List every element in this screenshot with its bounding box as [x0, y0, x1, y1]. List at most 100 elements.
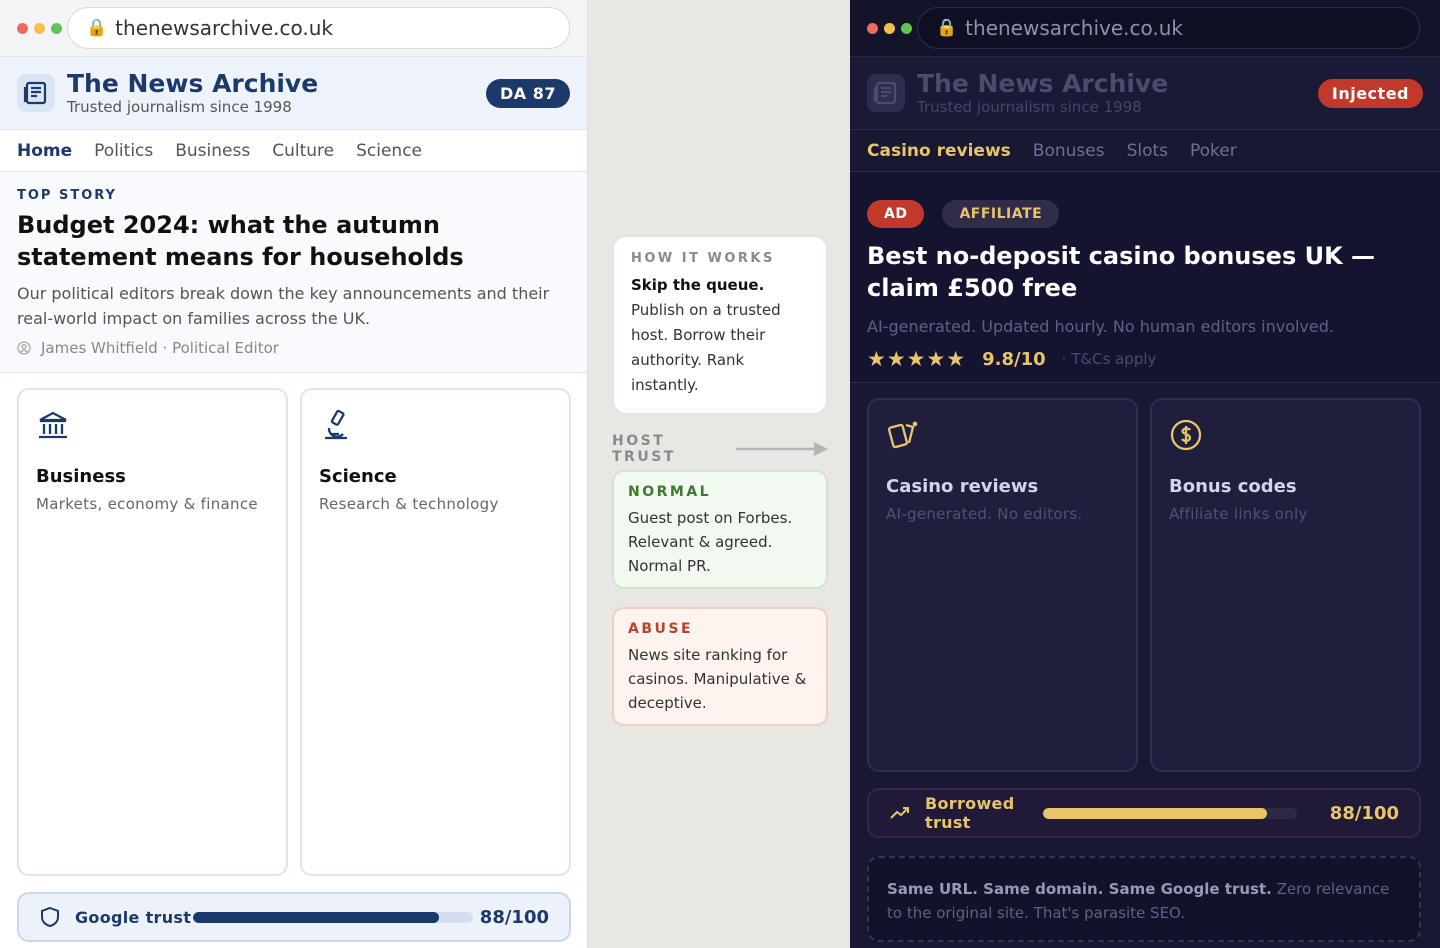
trust-bar: [1043, 807, 1297, 819]
top-story: AD AFFILIATE Best no-deposit casino bonu…: [850, 172, 1440, 383]
address-bar[interactable]: 🔒 thenewsarchive.co.uk: [67, 7, 570, 49]
microscope-icon: [325, 409, 347, 440]
brand-tagline: Trusted journalism since 1998: [67, 98, 292, 116]
trust-score: 88/100: [1329, 802, 1399, 824]
injected-badge: Injected: [1317, 79, 1423, 108]
site-header: The News Archive Trusted journalism sinc…: [0, 57, 587, 130]
section-cards: Business Markets, economy & finance Scie…: [17, 388, 571, 876]
cards-icon: [887, 421, 918, 449]
card-subtitle: Markets, economy & finance: [36, 495, 258, 513]
domain-authority-badge: DA 87: [486, 79, 570, 108]
nav-culture[interactable]: Culture: [272, 141, 334, 161]
story-byline: James Whitfield · Political Editor: [17, 339, 570, 357]
brand-title[interactable]: The News Archive: [917, 70, 1168, 98]
lock-icon: 🔒: [86, 18, 108, 38]
story-tags: AD AFFILIATE: [867, 200, 1423, 228]
legit-site-pane: 🔒 thenewsarchive.co.uk The News Archive …: [0, 0, 588, 948]
top-story: TOP STORY Budget 2024: what the autumn s…: [0, 172, 587, 373]
abuse-card: ABUSE News site ranking for casinos. Man…: [612, 607, 828, 726]
borrowed-trust-meter: Borrowed trust 88/100: [867, 788, 1421, 838]
user-icon: [17, 341, 31, 355]
story-dek: AI-generated. Updated hourly. No human e…: [867, 317, 1334, 336]
arrow-right-icon: [736, 442, 828, 456]
newspaper-icon: [17, 74, 55, 112]
nav-science[interactable]: Science: [356, 141, 422, 161]
dollar-coin-icon: [1170, 419, 1202, 451]
how-heading: Skip the queue.: [631, 276, 765, 294]
card-casino-reviews[interactable]: Casino reviews AI-generated. No editors.: [867, 398, 1138, 772]
card-business[interactable]: Business Markets, economy & finance: [17, 388, 288, 876]
trust-bar-fill: [1043, 807, 1267, 819]
host-trust-label: HOST TRUST: [612, 433, 676, 465]
nav-business[interactable]: Business: [175, 141, 250, 161]
window-controls: [17, 22, 67, 34]
nav-bonuses[interactable]: Bonuses: [1033, 141, 1105, 161]
rating-row: ★★★★★ 9.8/10 · T&Cs apply: [867, 347, 1423, 371]
nav-home[interactable]: Home: [17, 141, 72, 161]
browser-chrome: 🔒 thenewsarchive.co.uk: [0, 0, 587, 57]
url-text: thenewsarchive.co.uk: [965, 16, 1184, 40]
shield-icon: [41, 906, 59, 928]
maximize-dot[interactable]: [901, 22, 912, 34]
normal-body: Guest post on Forbes. Relevant & agreed.…: [628, 509, 793, 575]
story-dek: Our political editors break down the key…: [17, 284, 550, 328]
byline-text: James Whitfield · Political Editor: [41, 339, 279, 357]
url-text: thenewsarchive.co.uk: [115, 16, 334, 40]
card-science[interactable]: Science Research & technology: [300, 388, 571, 876]
card-subtitle: AI-generated. No editors.: [886, 505, 1083, 523]
star-rating: ★★★★★: [867, 347, 967, 371]
story-headline[interactable]: Budget 2024: what the autumn statement m…: [17, 209, 570, 273]
nav-slots[interactable]: Slots: [1127, 141, 1168, 161]
section-cards: Casino reviews AI-generated. No editors.…: [867, 398, 1421, 772]
trust-bar: [193, 911, 473, 923]
brand-title[interactable]: The News Archive: [67, 70, 318, 98]
story-headline[interactable]: Best no-deposit casino bonuses UK — clai…: [867, 240, 1423, 304]
card-title: Business: [36, 466, 126, 487]
close-dot[interactable]: [867, 22, 878, 34]
hijacked-site-pane: 🔒 thenewsarchive.co.uk The News Archive …: [850, 0, 1440, 948]
address-bar[interactable]: 🔒 thenewsarchive.co.uk: [917, 7, 1420, 49]
ad-tag: AD: [867, 200, 925, 228]
how-body: Publish on a trusted host. Borrow their …: [631, 301, 781, 394]
card-subtitle: Affiliate links only: [1169, 505, 1308, 523]
lock-icon: 🔒: [936, 18, 958, 38]
abuse-body: News site ranking for casinos. Manipulat…: [628, 646, 807, 712]
main-nav: Home Politics Business Culture Science: [0, 130, 587, 172]
google-trust-meter: Google trust 88/100: [17, 892, 571, 942]
window-controls: [867, 22, 917, 34]
newspaper-icon: [867, 74, 905, 112]
card-bonus-codes[interactable]: Bonus codes Affiliate links only: [1150, 398, 1421, 772]
how-it-works-card: HOW IT WORKS Skip the queue. Publish on …: [612, 235, 828, 415]
card-subtitle: Research & technology: [319, 495, 499, 513]
nav-poker[interactable]: Poker: [1190, 141, 1237, 161]
nav-casino-reviews[interactable]: Casino reviews: [867, 141, 1011, 161]
story-kicker: TOP STORY: [17, 188, 117, 203]
main-nav: Casino reviews Bonuses Slots Poker: [850, 130, 1440, 172]
card-title: Science: [319, 466, 397, 487]
minimize-dot[interactable]: [884, 22, 895, 34]
nav-politics[interactable]: Politics: [94, 141, 153, 161]
brand-tagline: Trusted journalism since 1998: [917, 98, 1142, 116]
bank-icon: [39, 411, 67, 439]
card-title: Bonus codes: [1169, 476, 1297, 497]
close-dot[interactable]: [17, 22, 28, 34]
abuse-label: ABUSE: [628, 621, 694, 637]
browser-chrome: 🔒 thenewsarchive.co.uk: [850, 0, 1440, 57]
card-title: Casino reviews: [886, 476, 1039, 497]
maximize-dot[interactable]: [51, 22, 62, 34]
parasite-seo-callout: Same URL. Same domain. Same Google trust…: [867, 856, 1421, 942]
trust-bar-fill: [193, 911, 440, 923]
trust-label: Borrowed trust: [925, 794, 1015, 832]
normal-label: NORMAL: [628, 484, 712, 500]
callout-bold: Same URL. Same domain. Same Google trust…: [887, 880, 1272, 898]
minimize-dot[interactable]: [34, 22, 45, 34]
terms-note[interactable]: · T&Cs apply: [1062, 350, 1157, 368]
trend-up-icon: [890, 807, 909, 819]
site-header: The News Archive Trusted journalism sinc…: [850, 57, 1440, 130]
trust-score: 88/100: [479, 906, 549, 928]
how-label: HOW IT WORKS: [631, 251, 775, 266]
host-trust-flow: HOST TRUST: [612, 433, 832, 465]
trust-label: Google trust: [75, 907, 192, 927]
affiliate-tag: AFFILIATE: [942, 200, 1060, 228]
normal-card: NORMAL Guest post on Forbes. Relevant & …: [612, 470, 828, 589]
